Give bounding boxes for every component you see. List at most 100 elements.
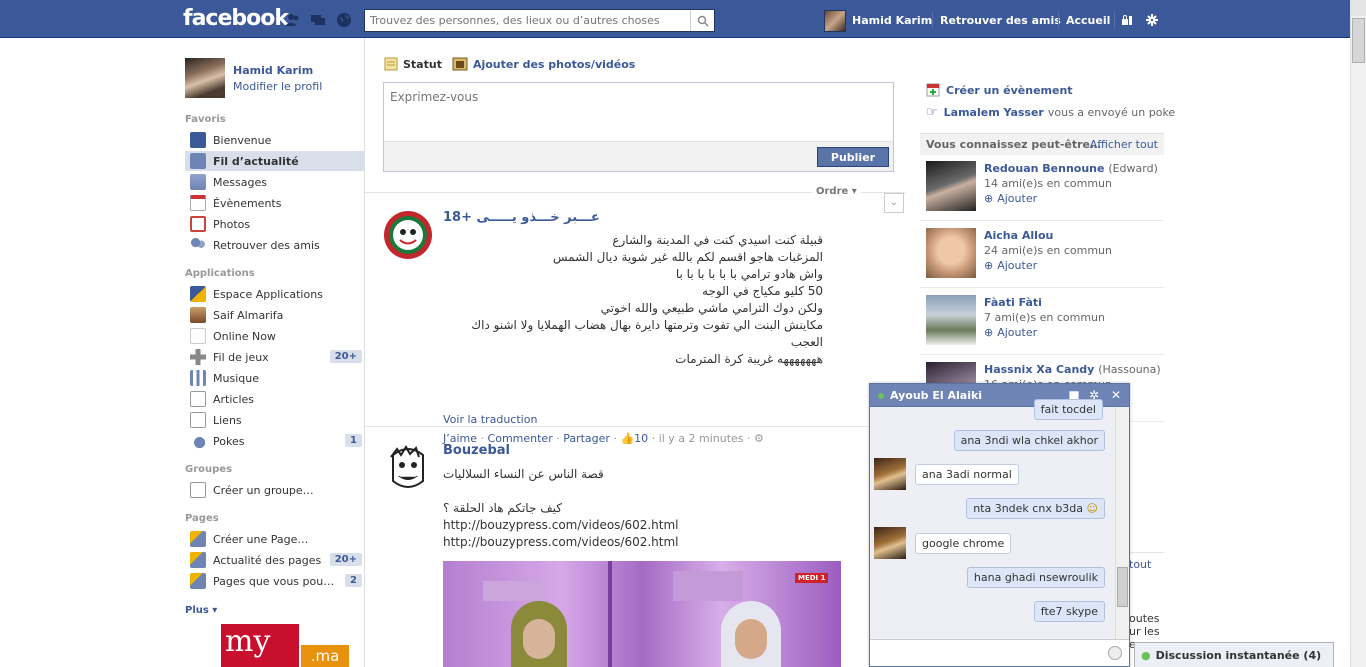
story-text: قبيلة كنت اسيدي كنت في المدينة والشارع ا…	[443, 232, 823, 368]
scroll-up-arrow[interactable]	[1351, 0, 1366, 16]
tab-status[interactable]: Statut	[384, 57, 442, 71]
profile-picture[interactable]	[185, 58, 225, 98]
story-link[interactable]: http://bouzypress.com/videos/602.html	[443, 534, 679, 551]
person-photo[interactable]	[926, 295, 976, 345]
search-input[interactable]	[365, 10, 685, 31]
create-event-row[interactable]: Créer un évènement	[926, 83, 1073, 97]
mutual-friends[interactable]: 7 ami(e)s en commun	[984, 311, 1105, 324]
feed-story: Bouzebal قصة الناس عن النساء السلاليات ك…	[383, 443, 893, 667]
poke-icon	[190, 433, 206, 449]
chat-scrollbar[interactable]	[1115, 407, 1129, 641]
sidebar-item-create-page[interactable]: Créer une Page…	[185, 529, 364, 549]
add-friend-button[interactable]: ⊕ Ajouter	[984, 192, 1037, 205]
home-link[interactable]: Accueil	[1066, 14, 1110, 27]
see-all-link[interactable]: Afficher tout	[1090, 138, 1158, 151]
favorites-heading: Favoris	[185, 114, 226, 125]
page-avatar[interactable]	[383, 210, 433, 260]
find-friends-link[interactable]: Retrouver des amis	[940, 14, 1061, 27]
scroll-thumb[interactable]	[1352, 18, 1365, 63]
profile-link[interactable]: Hamid Karim	[852, 14, 932, 27]
sort-dropdown[interactable]: Ordre ▾	[812, 186, 861, 197]
sidebar-item-find-friends[interactable]: Retrouver des amis	[185, 235, 364, 255]
sidebar-item-messages[interactable]: Messages	[185, 172, 364, 192]
story-link[interactable]: http://bouzypress.com/videos/602.html	[443, 517, 679, 534]
profile-name-link[interactable]: Hamid Karim	[233, 64, 313, 77]
publish-button[interactable]: Publier	[817, 147, 889, 167]
person-photo[interactable]	[926, 228, 976, 278]
friends-icon	[190, 237, 206, 253]
sponsored-logo[interactable]: my .ma	[221, 624, 349, 667]
chat-sidebar-toggle[interactable]: ● Discussion instantanée (4)	[1134, 642, 1334, 667]
scroll-thumb[interactable]	[1117, 567, 1128, 607]
messages-icon[interactable]	[310, 12, 326, 28]
video-thumbnail[interactable]: MEDI 1	[443, 561, 841, 667]
sidebar-item-create-group[interactable]: Créer un groupe…	[185, 480, 364, 500]
page-scrollbar[interactable]	[1350, 0, 1366, 667]
chat-contact-name[interactable]: Ayoub El Alaiki	[890, 389, 982, 402]
sidebar-item-saif-almarifa[interactable]: Saif Almarifa	[185, 305, 364, 325]
studio-panel	[673, 571, 743, 601]
text-line: outes	[1129, 612, 1160, 625]
sidebar-item-events[interactable]: Évènements	[185, 193, 364, 213]
sidebar-item-photos[interactable]: Photos	[185, 214, 364, 234]
contact-avatar[interactable]	[874, 527, 906, 559]
sidebar-item-links[interactable]: Liens	[185, 410, 364, 430]
close-icon[interactable]: ✕	[1109, 388, 1123, 402]
sidebar-item-notes[interactable]: Articles	[185, 389, 364, 409]
sidebar-item-welcome[interactable]: Bienvenue	[185, 130, 364, 150]
add-friend-icon: ⊕	[984, 259, 994, 272]
mutual-friends[interactable]: 14 ami(e)s en commun	[984, 177, 1112, 190]
notifications-globe-icon[interactable]	[336, 12, 352, 28]
person-name-link[interactable]: Fàati Fàti	[984, 296, 1042, 309]
sidebar-item-label: Articles	[213, 392, 255, 406]
page-avatar[interactable]	[383, 443, 433, 493]
news-feed-icon	[190, 153, 206, 169]
facebook-logo[interactable]: facebook	[183, 6, 289, 31]
sidebar-item-news-feed[interactable]: Fil d’actualité	[185, 151, 364, 171]
story-author-link[interactable]: عـــبر خـــذو يـــــى +18	[443, 210, 600, 225]
status-input[interactable]	[384, 83, 893, 141]
sidebar-item-pokes[interactable]: Pokes 1	[185, 431, 364, 451]
user-avatar[interactable]	[824, 10, 846, 32]
sidebar-item-pages-feed[interactable]: Actualité des pages 20+	[185, 550, 364, 570]
sidebar-item-label: Musique	[213, 371, 259, 385]
divider	[932, 12, 933, 28]
tab-add-photos[interactable]: Ajouter des photos/vidéos	[452, 57, 635, 71]
person-alt-name: (Hassouna)	[1098, 363, 1161, 376]
poke-sender-link[interactable]: Lamalem Yasser	[944, 106, 1044, 119]
see-translation-link[interactable]: Voir la traduction	[443, 413, 537, 426]
friend-requests-icon[interactable]	[285, 12, 301, 28]
emoticon-picker-icon[interactable]	[1108, 646, 1122, 660]
contact-avatar[interactable]	[874, 458, 906, 490]
person-name-link[interactable]: Redouan Bennoune	[984, 162, 1104, 175]
composer-tabs: Statut Ajouter des photos/vidéos	[384, 57, 635, 71]
divider	[1114, 12, 1115, 28]
add-friend-button[interactable]: ⊕ Ajouter	[984, 259, 1037, 272]
person-name-link[interactable]: Aicha Allou	[984, 229, 1053, 242]
search-button[interactable]	[690, 10, 714, 31]
edit-profile-link[interactable]: Modifier le profil	[233, 80, 322, 93]
person-name-link[interactable]: Hassnix Xa Candy	[984, 363, 1094, 376]
poke-text: vous a envoyé un poke	[1047, 106, 1176, 119]
news-feed: Statut Ajouter des photos/vidéos Publier…	[365, 38, 905, 667]
story-text: كيف جاتكم هاد الحلقة ؟	[443, 501, 562, 515]
story-author-link[interactable]: Bouzebal	[443, 443, 510, 458]
person-photo[interactable]	[926, 161, 976, 211]
sidebar-item-pages-you-may-like[interactable]: Pages que vous pou… 2	[185, 571, 364, 591]
sidebar-item-music[interactable]: Musique	[185, 368, 364, 388]
calendar-icon	[190, 195, 206, 211]
privacy-lock-icon[interactable]	[1121, 14, 1133, 26]
sidebar-item-games-feed[interactable]: Fil de jeux 20+	[185, 347, 364, 367]
chat-message-input[interactable]	[870, 640, 1100, 664]
mutual-friends[interactable]: 24 ami(e)s en commun	[984, 244, 1112, 257]
sidebar-item-online-now[interactable]: Online Now	[185, 326, 364, 346]
story-text: قصة الناس عن النساء السلاليات	[443, 467, 604, 481]
sidebar-item-app-center[interactable]: Espace Applications	[185, 284, 364, 304]
more-link[interactable]: Plus ▾	[185, 605, 217, 616]
sidebar-item-label: Espace Applications	[213, 287, 323, 301]
add-friend-button[interactable]: ⊕ Ajouter	[984, 326, 1037, 339]
poke-row: ☞ Lamalem Yasser vous a envoyé un poke	[926, 105, 1175, 120]
gear-icon[interactable]	[1146, 14, 1158, 26]
see-all-link-partial[interactable]: tout	[1129, 558, 1151, 571]
create-event-link[interactable]: Créer un évènement	[946, 84, 1073, 97]
